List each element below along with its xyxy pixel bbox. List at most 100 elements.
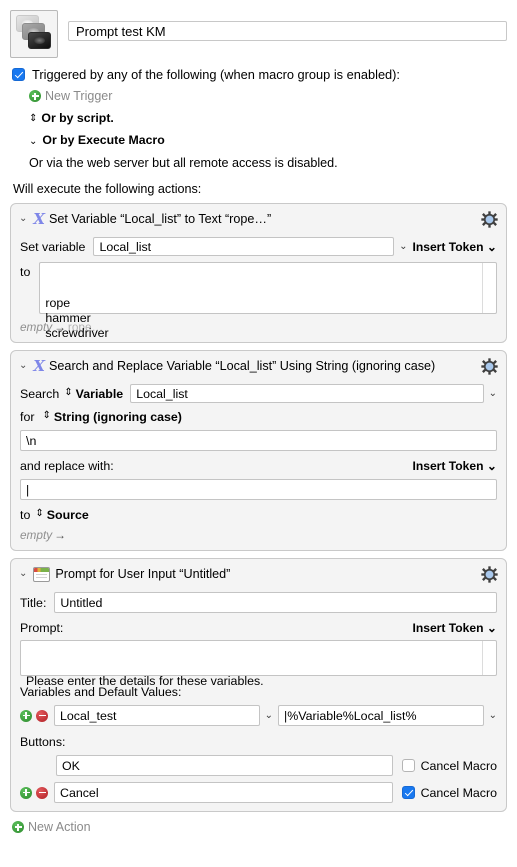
- buttons-label: Buttons:: [20, 735, 66, 749]
- action-card-prompt-user-input[interactable]: ⌄ Prompt for User Input “Untitled” Title…: [10, 558, 507, 812]
- action-header[interactable]: ⌄ X Search and Replace Variable “Local_l…: [11, 351, 506, 379]
- prompt-window-icon: [33, 566, 51, 582]
- search-label: Search: [20, 386, 60, 401]
- prompt-title-input[interactable]: Untitled: [54, 592, 497, 613]
- chevron-up-down-icon[interactable]: ⇕: [35, 509, 43, 519]
- variable-x-icon: X: [33, 356, 46, 375]
- button-label-input[interactable]: OK: [56, 755, 393, 776]
- prompt-text-value: Please enter the details for these varia…: [26, 674, 264, 688]
- action-title: Search and Replace Variable “Local_list”…: [49, 359, 436, 373]
- plus-circle-icon[interactable]: [20, 709, 32, 722]
- or-by-script-row[interactable]: ⇕ Or by script.: [29, 111, 507, 125]
- chevron-up-down-icon[interactable]: ⇕: [64, 387, 72, 398]
- action-card-search-replace[interactable]: ⌄ X Search and Replace Variable “Local_l…: [10, 350, 507, 551]
- variable-name-popup-chevron-icon[interactable]: ⌄: [265, 710, 273, 721]
- macro-stack-icon[interactable]: [10, 10, 58, 58]
- insert-token-label: Insert Token: [412, 621, 484, 635]
- variable-default-popup-chevron-icon[interactable]: ⌄: [489, 710, 497, 721]
- disclosure-triangle-icon[interactable]: ⌄: [19, 569, 27, 579]
- cancel-macro-checkbox[interactable]: [401, 759, 415, 772]
- variable-default-input[interactable]: |%Variable%Local_list%: [278, 705, 484, 726]
- result-from: empty: [20, 528, 53, 542]
- new-trigger-label: New Trigger: [45, 89, 113, 103]
- chevron-up-down-icon[interactable]: ⇕: [42, 411, 50, 421]
- button-label-value: Cancel: [60, 785, 99, 800]
- to-target-label[interactable]: Source: [47, 508, 89, 522]
- gear-icon[interactable]: [481, 565, 498, 583]
- variable-text-input[interactable]: rope hammer screwdriver: [39, 262, 497, 340]
- to-label: to: [20, 265, 31, 279]
- to-label: to: [20, 508, 31, 522]
- gear-icon[interactable]: [481, 357, 498, 375]
- minus-circle-icon[interactable]: [36, 709, 48, 722]
- new-action-button[interactable]: New Action: [12, 820, 517, 834]
- action-result-note: empty →: [20, 528, 497, 542]
- action-title: Set Variable “Local_list” to Text “rope……: [49, 212, 272, 226]
- insert-token-button[interactable]: Insert Token ⌄: [412, 240, 497, 254]
- search-pattern-input[interactable]: \n: [20, 430, 497, 451]
- cancel-macro-label: Cancel Macro: [420, 785, 497, 800]
- action-card-set-variable[interactable]: ⌄ X Set Variable “Local_list” to Text “r…: [10, 203, 507, 343]
- action-header[interactable]: ⌄ Prompt for User Input “Untitled”: [11, 559, 506, 587]
- insert-token-label: Insert Token: [412, 239, 484, 254]
- search-variable-popup-chevron-icon[interactable]: ⌄: [489, 388, 497, 399]
- search-target-label[interactable]: Variable: [76, 387, 124, 401]
- insert-token-button[interactable]: Insert Token ⌄: [412, 459, 497, 473]
- prompt-text-row: Please enter the details for these varia…: [20, 640, 497, 688]
- search-source-row: Search ⇕ Variable Local_list ⌄: [20, 384, 497, 403]
- action-body: Search ⇕ Variable Local_list ⌄ for ⇕ Str…: [11, 384, 506, 542]
- disclosure-triangle-icon[interactable]: ⌄: [19, 361, 27, 371]
- replace-value-input[interactable]: |: [20, 479, 497, 500]
- trigger-enabled-checkbox[interactable]: [12, 68, 25, 81]
- macro-name-input[interactable]: Prompt test KM: [68, 21, 507, 41]
- window-front-shape: [28, 32, 51, 49]
- prompt-label: Prompt:: [20, 621, 64, 635]
- for-label: for: [20, 410, 35, 424]
- result-arrow: →: [54, 528, 66, 542]
- variable-popup-chevron-icon[interactable]: ⌄: [399, 241, 407, 252]
- will-execute-label: Will execute the following actions:: [13, 182, 202, 196]
- cancel-macro-checkbox[interactable]: [401, 786, 415, 799]
- minus-circle-icon[interactable]: [36, 786, 48, 799]
- plus-circle-icon[interactable]: [20, 786, 32, 799]
- prompt-label-row: Prompt: Insert Token ⌄: [20, 621, 497, 635]
- replace-value: |: [26, 482, 30, 497]
- button-row: OK Cancel Macro: [20, 755, 497, 776]
- macro-header: Prompt test KM: [0, 0, 517, 58]
- set-variable-label: Set variable: [20, 239, 86, 254]
- search-mode-row: for ⇕ String (ignoring case): [20, 410, 497, 424]
- gear-icon[interactable]: [481, 210, 498, 228]
- replace-value-row: |: [20, 479, 497, 500]
- buttons-label-row: Buttons:: [20, 735, 497, 749]
- variable-row-controls: [20, 709, 48, 722]
- variable-name-input[interactable]: Local_test: [54, 705, 260, 726]
- variable-default-value: |%Variable%Local_list%: [284, 708, 417, 723]
- disclosure-triangle-icon[interactable]: ⌄: [19, 214, 27, 224]
- prompt-title-label: Title:: [20, 595, 47, 610]
- variable-x-icon: X: [33, 209, 46, 228]
- scroll-separator: [482, 263, 483, 313]
- trigger-enabled-row[interactable]: Triggered by any of the following (when …: [12, 67, 507, 82]
- or-by-execute-macro-row[interactable]: ⌄ Or by Execute Macro: [29, 133, 507, 147]
- action-header[interactable]: ⌄ X Set Variable “Local_list” to Text “r…: [11, 204, 506, 232]
- or-by-execute-macro-label: Or by Execute Macro: [42, 133, 165, 147]
- prompt-text-input[interactable]: Please enter the details for these varia…: [20, 640, 497, 688]
- set-variable-row: Set variable Local_list ⌄ Insert Token ⌄: [20, 237, 497, 256]
- new-action-label: New Action: [28, 820, 91, 834]
- for-mode-label[interactable]: String (ignoring case): [54, 410, 182, 424]
- destination-row: to ⇕ Source: [20, 508, 497, 522]
- insert-token-label: Insert Token: [412, 459, 484, 473]
- plus-circle-icon: [12, 821, 24, 833]
- prompt-title-value: Untitled: [60, 595, 103, 610]
- action-body: Set variable Local_list ⌄ Insert Token ⌄…: [11, 237, 506, 340]
- insert-token-button[interactable]: Insert Token ⌄: [412, 621, 497, 635]
- new-trigger-button[interactable]: New Trigger: [29, 89, 507, 103]
- or-by-script-label: Or by script.: [41, 111, 114, 125]
- variable-name-value: Local_test: [60, 708, 117, 723]
- variable-name-input[interactable]: Local_list: [93, 237, 395, 256]
- macro-name-value: Prompt test KM: [76, 23, 166, 39]
- plus-circle-icon: [29, 90, 41, 102]
- button-label-value: OK: [62, 758, 80, 773]
- search-variable-input[interactable]: Local_list: [130, 384, 484, 403]
- button-label-input[interactable]: Cancel: [54, 782, 393, 803]
